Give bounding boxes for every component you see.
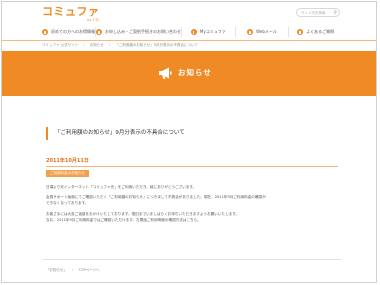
breadcrumb-current: 「ご利用額のお知らせ」9月分表示の不具合について (115, 43, 198, 47)
breadcrumb-separator: › (108, 43, 111, 47)
nav-item-label: 初めての方へのお得情報 (51, 29, 95, 34)
nav-item-beginners[interactable]: 初めての方へのお得情報 (42, 27, 96, 37)
breadcrumb-separator: › (83, 43, 85, 47)
chevron-right-icon (297, 29, 304, 35)
logo-text: コミュファ (42, 5, 100, 18)
chevron-right-icon (96, 29, 102, 35)
chevron-right-icon (42, 29, 48, 35)
footer-link-news[interactable]: 「お知らせ」 (46, 268, 67, 272)
search-input[interactable]: サイト内を検索 ⚲ (296, 8, 340, 17)
nav-item-my-commufa[interactable]: Myコミュファ (182, 27, 236, 37)
site-header: コミュファ by CTC サイト内を検索 ⚲ 初めての方へのお得情報 お申し込み… (2, 2, 376, 40)
category-badge: ご利用料金のお知らせ (46, 170, 89, 177)
nav-item-label: よくあるご質問 (306, 29, 335, 34)
search-icon[interactable]: ⚲ (333, 10, 337, 16)
article-title: 「ご利用額のお知らせ」9月分表示の不具合について (46, 127, 338, 140)
footer-breadcrumb: 「お知らせ」 › TOPページへ (46, 268, 104, 273)
chevron-right-icon (247, 29, 254, 35)
chevron-right-icon (190, 29, 197, 35)
nav-item-application[interactable]: お申し込み・ご契約手続きのお問い合わせ (96, 27, 182, 37)
search-placeholder: サイト内を検索 (301, 11, 326, 15)
page-frame: コミュファ by CTC サイト内を検索 ⚲ 初めての方へのお得情報 お申し込み… (1, 1, 377, 283)
article-date: 2011年10月11日 (46, 158, 89, 164)
page-title: お知らせ (178, 68, 212, 77)
header-divider (2, 40, 376, 41)
breadcrumb-separator: › (72, 268, 74, 272)
global-nav: 初めての方へのお得情報 お申し込み・ご契約手続きのお問い合わせ Myコミュファ … (42, 27, 342, 37)
nav-item-label: お申し込み・ご契約手続きのお問い合わせ (105, 29, 181, 34)
footer-divider (42, 259, 342, 260)
nav-item-label: Webメール (256, 29, 277, 34)
article-paragraph[interactable]: なお、2011年9月ご利用料金ではご確認いただけます。左電話ご利用明細の確認方法… (46, 217, 338, 223)
nav-item-label: Myコミュファ (199, 29, 226, 34)
breadcrumb-home[interactable]: コミュファ 公式サイト (42, 43, 78, 47)
date-divider (46, 166, 338, 167)
nav-item-webmail[interactable]: Webメール (236, 27, 290, 37)
breadcrumb-news[interactable]: お知らせ (90, 43, 104, 47)
site-logo[interactable]: コミュファ by CTC (42, 6, 100, 23)
page-banner: お知らせ (2, 51, 376, 96)
megaphone-icon (159, 67, 172, 79)
article-body: 日頃より光インターネット「コミュファ光」をご利用いただき、誠にありがとうございま… (46, 184, 338, 223)
footer-link-top[interactable]: TOPページへ (79, 268, 100, 272)
nav-item-faq[interactable]: よくあるご質問 (289, 27, 342, 37)
breadcrumb: コミュファ 公式サイト › お知らせ › 「ご利用額のお知らせ」9月分表示の不具… (42, 43, 202, 48)
logo-subtext: by CTC (87, 18, 100, 22)
